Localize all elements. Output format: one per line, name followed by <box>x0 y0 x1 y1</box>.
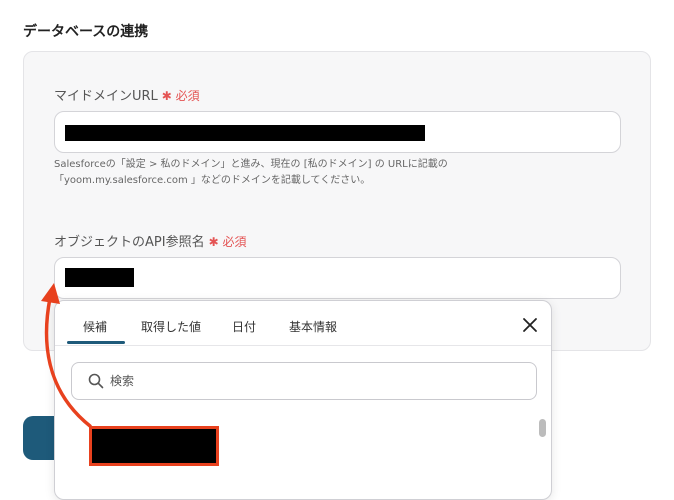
active-tab-underline <box>67 341 125 344</box>
required-mark: ✱ 必須 <box>161 89 200 103</box>
highlight-box <box>89 426 219 466</box>
tab-date[interactable]: 日付 <box>232 318 256 335</box>
help-line-1: Salesforceの「設定 > 私のドメイン」と進み、現在の [私のドメイン]… <box>54 159 448 170</box>
object-api-label-text: オブジェクトのAPI参照名 <box>54 235 205 250</box>
domain-input[interactable] <box>54 111 621 153</box>
tab-basic-info[interactable]: 基本情報 <box>289 318 337 335</box>
redacted-value <box>65 268 134 287</box>
suggestion-popup: 候補 取得した値 日付 基本情報 <box>54 300 552 500</box>
redacted-value <box>65 125 425 141</box>
popup-tabs: 候補 取得した値 日付 基本情報 <box>55 301 551 346</box>
object-api-input[interactable] <box>54 257 621 299</box>
search-input[interactable] <box>110 372 510 390</box>
object-api-label: オブジェクトのAPI参照名 ✱ 必須 <box>54 231 246 250</box>
search-icon <box>88 373 104 389</box>
help-line-2: 「yoom.my.salesforce.com 」などのドメインを記載してくださ… <box>54 175 371 186</box>
close-icon <box>523 318 537 332</box>
domain-label: マイドメインURL ✱ 必須 <box>54 85 200 104</box>
domain-help-text: Salesforceの「設定 > 私のドメイン」と進み、現在の [私のドメイン]… <box>54 157 624 189</box>
section-title: データベースの連携 <box>23 24 149 40</box>
scrollbar-thumb[interactable] <box>539 419 546 437</box>
tab-candidates[interactable]: 候補 <box>83 318 107 335</box>
tab-retrieved-values[interactable]: 取得した値 <box>141 318 201 335</box>
domain-label-text: マイドメインURL <box>54 89 158 104</box>
required-mark: ✱ 必須 <box>208 235 247 249</box>
search-box <box>71 362 537 400</box>
list-item[interactable] <box>89 426 219 466</box>
close-button[interactable] <box>521 316 539 334</box>
